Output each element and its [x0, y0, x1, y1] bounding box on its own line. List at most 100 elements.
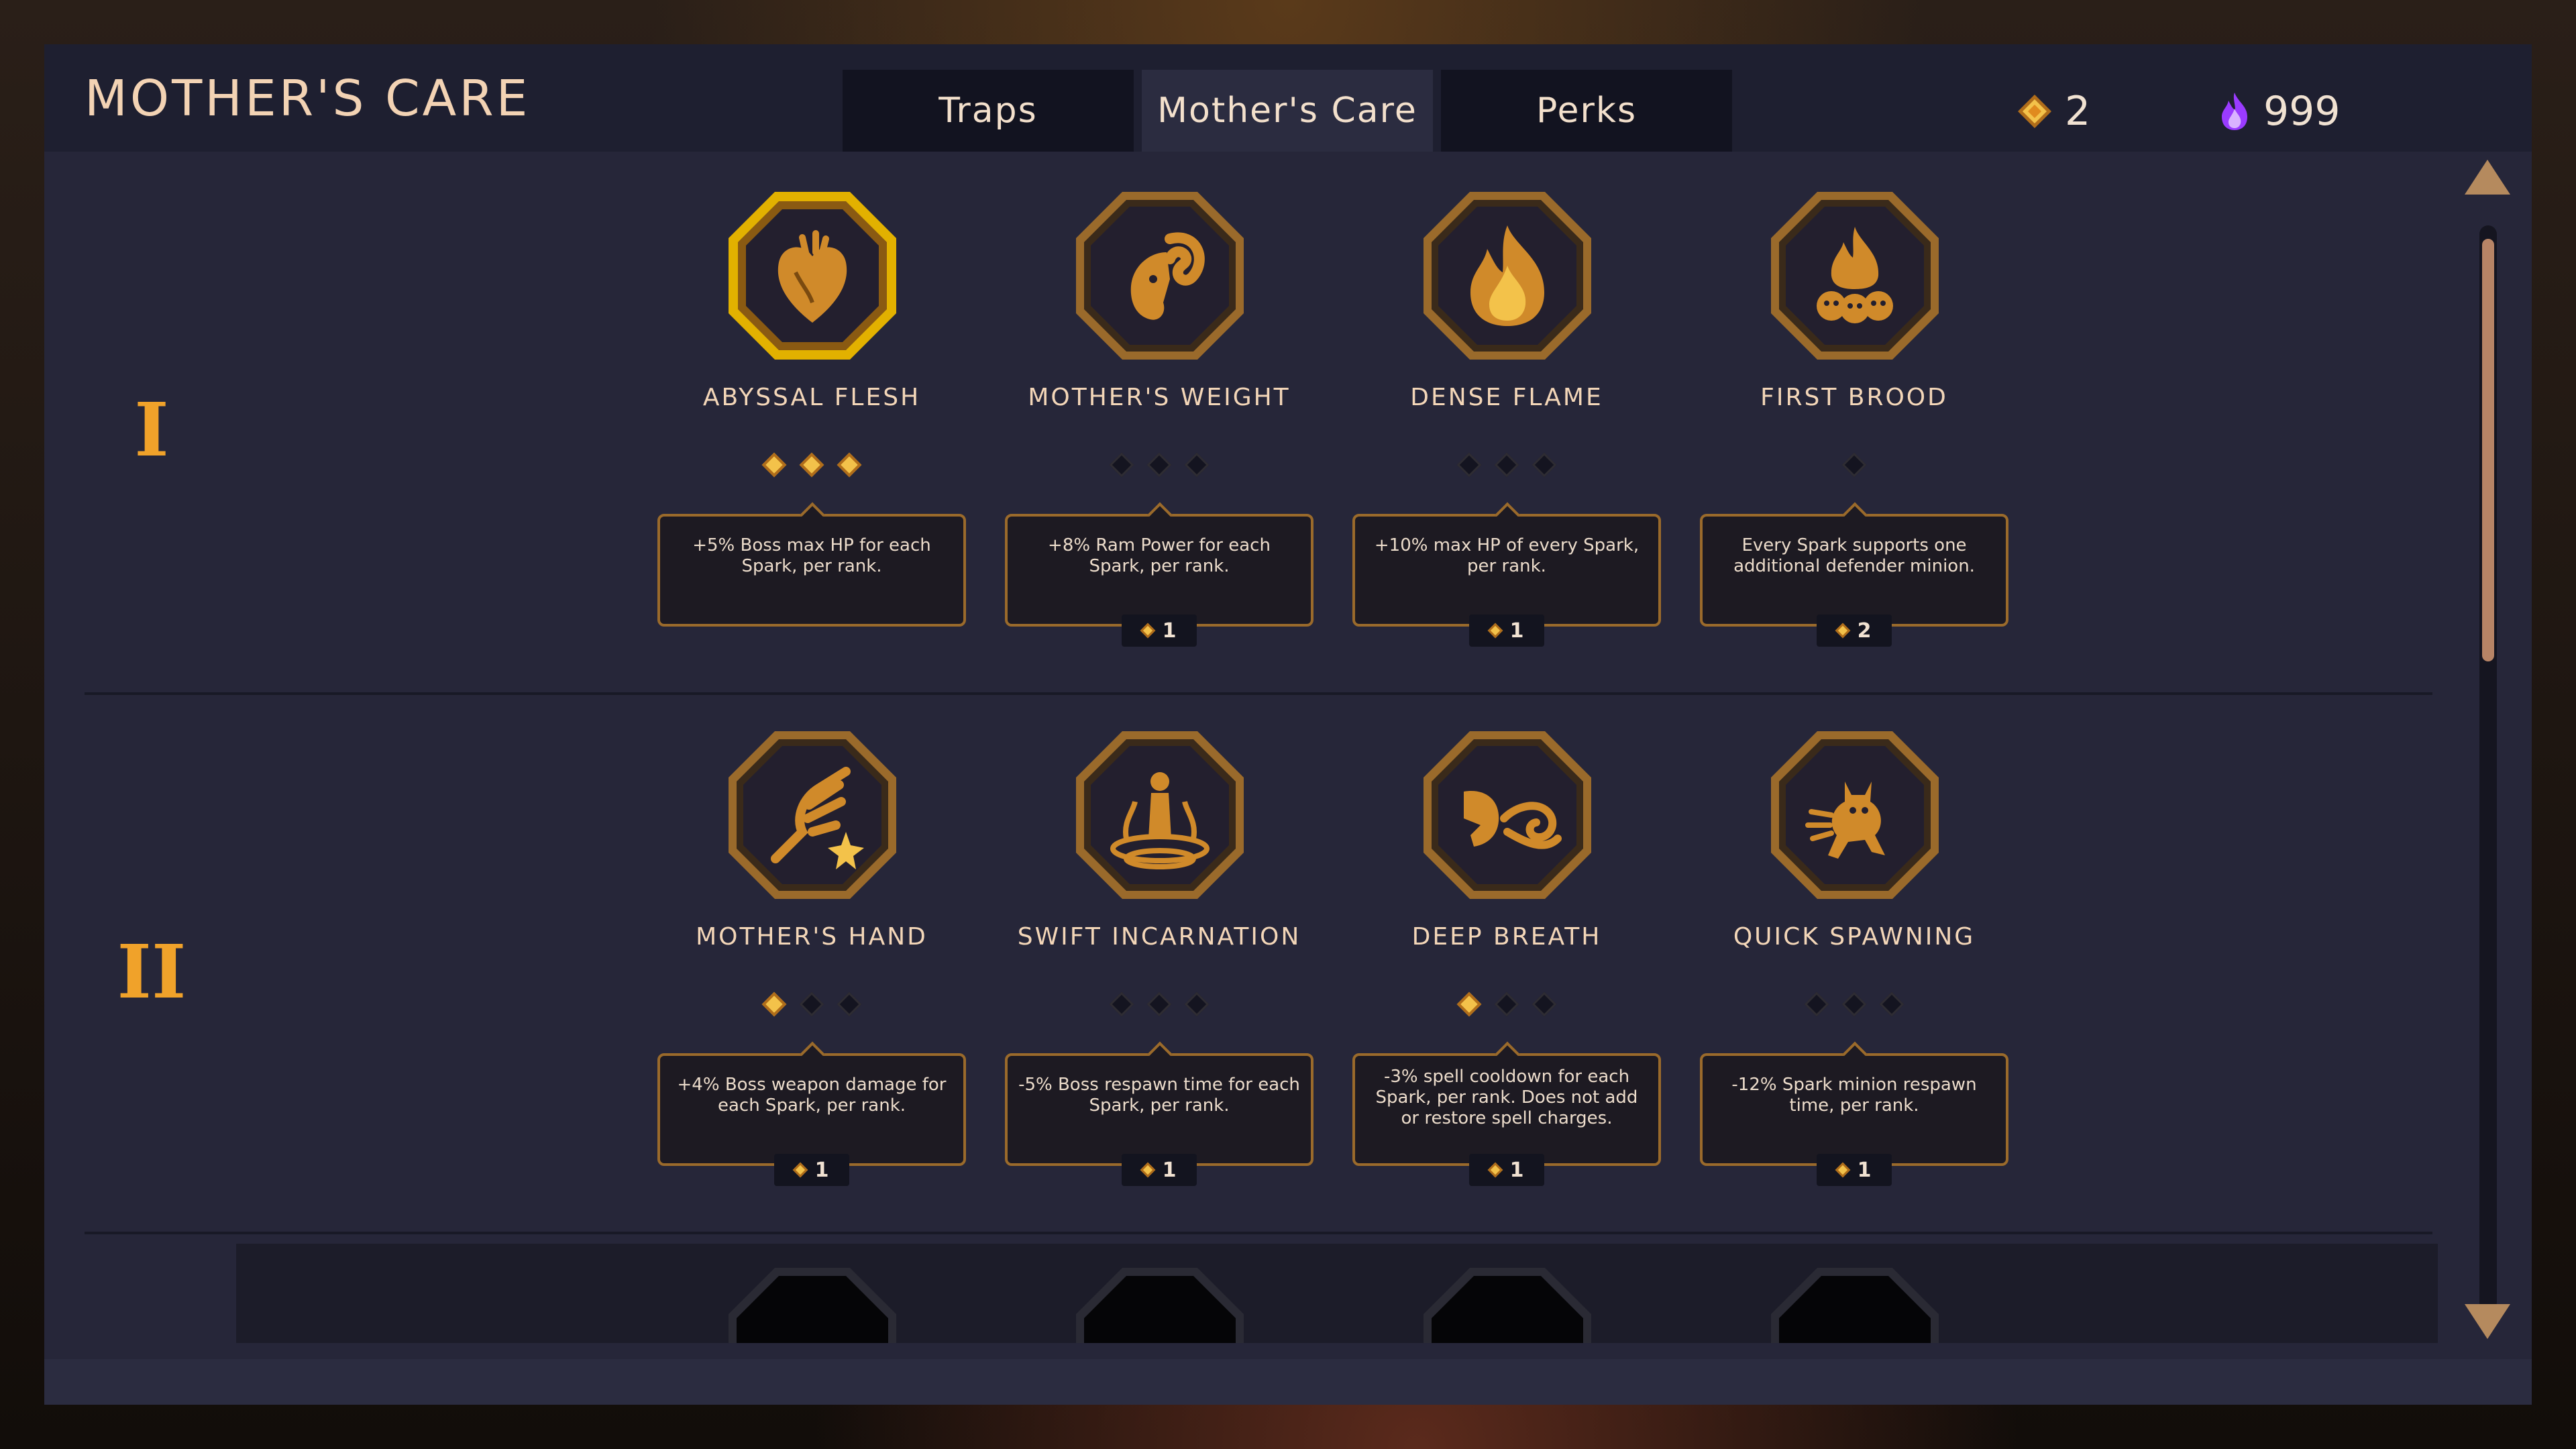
perk-icon-button[interactable]	[1764, 185, 1945, 366]
top-bar: MOTHER'S CARE Traps Mother's Care Perks …	[44, 44, 2532, 152]
tab-traps[interactable]: Traps	[843, 70, 1134, 152]
rank-indicator	[1005, 452, 1313, 478]
locked-perk-slot	[1424, 1268, 1591, 1343]
gold-diamond-icon	[2018, 95, 2051, 128]
perk-description: Every Spark supports one additional defe…	[1700, 514, 2008, 627]
perk-cost-value: 1	[1162, 1158, 1177, 1182]
perk-icon-button[interactable]	[722, 724, 903, 906]
gold-diamond-icon	[1835, 623, 1850, 639]
gold-diamond-icon	[1487, 1162, 1503, 1178]
tab-mothers-care[interactable]: Mother's Care	[1142, 70, 1433, 152]
perk-cost-value: 2	[1857, 619, 1872, 643]
perk-icon-button[interactable]	[1417, 724, 1598, 906]
rank-indicator	[1005, 991, 1313, 1017]
rank-indicator	[1352, 452, 1661, 478]
gold-diamond-icon	[1835, 1162, 1850, 1178]
rank-pip	[837, 991, 862, 1017]
soul-currency: 999	[2218, 85, 2341, 138]
rank-indicator	[657, 452, 966, 478]
spark-currency-value: 2	[2065, 88, 2091, 135]
rank-indicator	[1700, 991, 2008, 1017]
perk-cost: 1	[774, 1154, 849, 1186]
perk-description: +8% Ram Power for each Spark, per rank.	[1005, 514, 1313, 627]
rank-pip	[1841, 452, 1867, 478]
tab-perks[interactable]: Perks	[1441, 70, 1732, 152]
rank-pip	[1804, 991, 1829, 1017]
perk-cost-value: 1	[1509, 619, 1524, 643]
perk-cost-value: 1	[1509, 1158, 1524, 1182]
soul-currency-value: 999	[2263, 88, 2341, 135]
tier-label-1: I	[134, 386, 169, 473]
rank-pip	[761, 991, 787, 1017]
perk-cost: 1	[1469, 614, 1544, 647]
rank-pip	[1146, 452, 1172, 478]
gold-diamond-icon	[1140, 1162, 1155, 1178]
perk-cost-value: 1	[814, 1158, 829, 1182]
rank-indicator	[1700, 452, 2008, 478]
perk-description: +10% max HP of every Spark, per rank.	[1352, 514, 1661, 627]
rank-indicator	[657, 991, 966, 1017]
bottom-bar	[44, 1359, 2532, 1405]
rank-pip	[1494, 991, 1519, 1017]
gold-diamond-icon	[1140, 623, 1155, 639]
perk-name: MOTHER'S WEIGHT	[1028, 384, 1291, 411]
perk-cost-value: 1	[1857, 1158, 1872, 1182]
rank-pip	[1184, 452, 1210, 478]
rank-pip	[1456, 991, 1482, 1017]
perk-name: ABYSSAL FLESH	[702, 384, 921, 411]
rank-pip	[1841, 991, 1867, 1017]
perk-name: SWIFT INCARNATION	[1017, 923, 1301, 951]
perk-name: MOTHER'S HAND	[696, 923, 928, 951]
tab-bar: Traps Mother's Care Perks	[843, 70, 1732, 152]
perk-description: -12% Spark minion respawn time, per rank…	[1700, 1053, 2008, 1166]
tier-divider	[85, 1232, 2432, 1234]
perk-icon-button[interactable]	[1764, 724, 1945, 906]
perk-description: +5% Boss max HP for each Spark, per rank…	[657, 514, 966, 627]
tier-label-2: II	[117, 928, 186, 1015]
perk-cost: 1	[1122, 1154, 1197, 1186]
perk-cost: 1	[1817, 1154, 1892, 1186]
mothers-care-panel: MOTHER'S CARE Traps Mother's Care Perks …	[44, 44, 2532, 1405]
rank-pip	[1456, 452, 1482, 478]
perk-cost: 1	[1469, 1154, 1544, 1186]
perk-description: +4% Boss weapon damage for each Spark, p…	[657, 1053, 966, 1166]
perk-icon-button[interactable]	[1069, 724, 1250, 906]
scroll-down-arrow-icon[interactable]	[2462, 1301, 2513, 1342]
rank-pip	[1532, 991, 1557, 1017]
perk-name: DEEP BREATH	[1411, 923, 1602, 951]
locked-perk-slot	[1771, 1268, 1939, 1343]
perk-icon-button[interactable]	[722, 185, 903, 366]
rank-pip	[1494, 452, 1519, 478]
perk-name: QUICK SPAWNING	[1733, 923, 1976, 951]
locked-tier-row	[236, 1244, 2438, 1343]
rank-pip	[1184, 991, 1210, 1017]
rank-pip	[799, 452, 824, 478]
perk-cost-value: 1	[1162, 619, 1177, 643]
perk-icon-button[interactable]	[1417, 185, 1598, 366]
rank-pip	[1879, 991, 1904, 1017]
rank-pip	[1109, 452, 1134, 478]
perk-name: DENSE FLAME	[1410, 384, 1603, 411]
rank-indicator	[1352, 991, 1661, 1017]
perk-cost: 2	[1817, 614, 1892, 647]
perk-description: -5% Boss respawn time for each Spark, pe…	[1005, 1053, 1313, 1166]
scrollbar-thumb[interactable]	[2482, 239, 2494, 661]
locked-perk-slot	[729, 1268, 896, 1343]
rank-pip	[761, 452, 787, 478]
tier-divider	[85, 692, 2432, 695]
perk-cost: 1	[1122, 614, 1197, 647]
page-title: MOTHER'S CARE	[85, 70, 531, 127]
gold-diamond-icon	[792, 1162, 808, 1178]
scroll-up-arrow-icon[interactable]	[2462, 157, 2513, 197]
spark-currency: 2	[2017, 85, 2090, 138]
purple-flame-icon	[2222, 93, 2247, 130]
perk-description: -3% spell cooldown for each Spark, per r…	[1352, 1053, 1661, 1166]
rank-pip	[1532, 452, 1557, 478]
perk-icon-button[interactable]	[1069, 185, 1250, 366]
rank-pip	[1109, 991, 1134, 1017]
rank-pip	[799, 991, 824, 1017]
gold-diamond-icon	[1487, 623, 1503, 639]
locked-perk-slot	[1076, 1268, 1244, 1343]
rank-pip	[837, 452, 862, 478]
rank-pip	[1146, 991, 1172, 1017]
